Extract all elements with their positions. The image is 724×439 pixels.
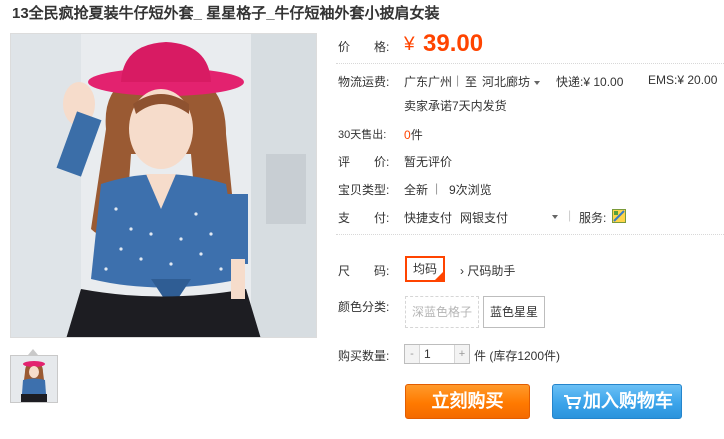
item-type-divider: | xyxy=(435,181,439,195)
add-to-cart-label: 加入购物车 xyxy=(583,391,673,411)
selected-check-icon xyxy=(435,272,444,280)
ship-to-selector[interactable]: 河北廊坊 xyxy=(482,73,541,90)
quantity-decrease-button[interactable]: - xyxy=(405,345,419,363)
ems-fee: EMS:¥ 20.00 xyxy=(648,73,718,87)
quantity-label: 购买数量: xyxy=(338,349,390,363)
express-fee: 快递:¥ 10.00 xyxy=(556,75,624,89)
thumbnail-illustration xyxy=(11,356,57,402)
quantity-stepper: - + xyxy=(404,344,470,364)
ship-divider: | xyxy=(456,73,460,87)
divider xyxy=(336,63,724,64)
price-currency: ¥ xyxy=(404,34,415,55)
divider xyxy=(336,234,724,235)
size-option-one-size[interactable]: 均码 xyxy=(405,256,446,282)
item-views: 9次浏览 xyxy=(449,183,492,197)
product-title: 13全民疯抢夏装牛仔短外套_ 星星格子_牛仔短袖外套小披肩女装 xyxy=(12,5,440,22)
quantity-increase-button[interactable]: + xyxy=(455,345,469,363)
item-condition: 全新 xyxy=(404,183,429,197)
sales-count: 0 xyxy=(404,128,411,142)
color-option-dark-blue-plaid[interactable]: 深蓝色格子 xyxy=(405,296,480,328)
payment-label: 支 付: xyxy=(338,211,390,225)
quantity-input[interactable] xyxy=(419,345,455,363)
ship-from: 广东广州 xyxy=(404,75,453,89)
shipping-label: 物流运费: xyxy=(338,75,390,89)
product-thumbnail[interactable] xyxy=(10,355,58,403)
chevron-down-icon xyxy=(552,214,558,219)
item-type-label: 宝贝类型: xyxy=(338,183,390,197)
service-badge-icon[interactable] xyxy=(612,209,626,226)
color-label: 颜色分类: xyxy=(338,300,390,314)
main-product-image[interactable] xyxy=(10,33,317,338)
add-to-cart-button[interactable]: 加入购物车 xyxy=(552,384,682,419)
color-option-blue-star[interactable]: 蓝色星星 xyxy=(483,296,546,328)
shopping-cart-icon xyxy=(564,395,581,410)
price-label: 价 格: xyxy=(338,40,390,54)
sales-value: 0件 xyxy=(404,126,423,143)
payment-more[interactable] xyxy=(548,209,558,223)
stock-info: 件 (库存1200件) xyxy=(474,349,561,363)
sales-label: 30天售出: xyxy=(338,129,387,141)
size-option-label: 均码 xyxy=(413,262,438,276)
ship-to-prefix: 至 xyxy=(465,75,478,89)
service-icon xyxy=(612,209,626,223)
size-helper-link[interactable]: › 尺码助手 xyxy=(460,262,515,279)
ship-to-city: 河北廊坊 xyxy=(482,75,531,89)
payment-divider: | xyxy=(568,208,572,222)
color-option-label: 蓝色星星 xyxy=(490,305,539,319)
payment-quick: 快捷支付 xyxy=(404,211,453,225)
product-photo-illustration xyxy=(11,34,316,337)
service-label: 服务: xyxy=(579,211,607,225)
price-value: 39.00 xyxy=(423,30,484,57)
chevron-down-icon xyxy=(534,80,541,85)
ship-promise: 卖家承诺7天内发货 xyxy=(404,99,507,113)
buy-now-button[interactable]: 立刻购买 xyxy=(405,384,530,419)
size-label: 尺 码: xyxy=(338,264,390,278)
reviews-value[interactable]: 暂无评价 xyxy=(404,153,452,170)
sales-unit: 件 xyxy=(410,128,423,142)
payment-bank: 网银支付 xyxy=(460,211,509,225)
reviews-label: 评 价: xyxy=(338,155,390,169)
color-option-label: 深蓝色格子 xyxy=(412,305,473,319)
